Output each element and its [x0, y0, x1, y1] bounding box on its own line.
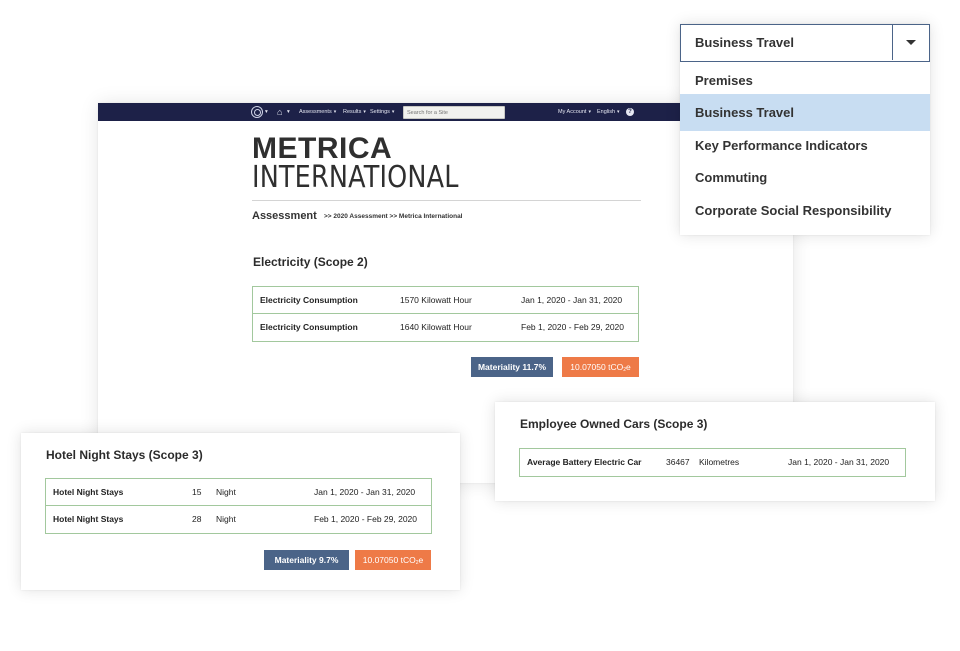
- emissions-suffix: e: [625, 362, 631, 372]
- cars-section-title: Employee Owned Cars (Scope 3): [520, 417, 708, 431]
- chevron-down-icon: ▾: [588, 109, 591, 115]
- home-caret-icon[interactable]: ▾: [287, 103, 290, 121]
- row-quantity: 1570 Kilowatt Hour: [400, 295, 472, 305]
- nav-menu-assessments[interactable]: Assessments ▾: [299, 103, 336, 121]
- cars-table: Average Battery Electric Car 36467 Kilom…: [519, 448, 906, 477]
- header-divider: [252, 200, 641, 201]
- help-icon[interactable]: ?: [626, 108, 634, 116]
- language-menu[interactable]: English ▾: [597, 103, 620, 121]
- row-period: Jan 1, 2020 - Jan 31, 2020: [788, 457, 890, 467]
- my-account-label: My Account: [558, 109, 587, 115]
- dropdown-toggle-button[interactable]: [892, 25, 929, 60]
- category-dropdown: Business Travel Premises Business Travel…: [680, 24, 930, 235]
- chevron-down-icon: ▾: [333, 109, 337, 115]
- table-row[interactable]: Average Battery Electric Car 36467 Kilom…: [520, 449, 905, 476]
- nav-menu-settings[interactable]: Settings ▾: [370, 103, 394, 121]
- language-label: English: [597, 109, 616, 115]
- globe-logo-icon[interactable]: [251, 106, 263, 118]
- nav-menu-label: Assessments: [299, 109, 332, 115]
- dropdown-option-business-travel[interactable]: Business Travel: [680, 94, 930, 131]
- breadcrumb[interactable]: >> 2020 Assessment >> Metrica Internatio…: [324, 213, 463, 220]
- row-amount: 36467: [666, 457, 690, 467]
- row-period: Feb 1, 2020 - Feb 29, 2020: [521, 322, 625, 332]
- category-select[interactable]: Business Travel: [680, 24, 930, 62]
- emissions-suffix: e: [418, 555, 424, 565]
- row-unit: Night: [216, 514, 236, 524]
- employee-owned-cars-card: Employee Owned Cars (Scope 3) Average Ba…: [495, 402, 935, 501]
- dropdown-option-commuting[interactable]: Commuting: [680, 159, 930, 196]
- selected-category: Business Travel: [695, 35, 794, 50]
- row-amount: 28: [192, 514, 202, 524]
- chevron-down-icon: ▾: [363, 109, 366, 115]
- row-activity-name: Electricity Consumption: [260, 322, 358, 332]
- table-row[interactable]: Hotel Night Stays 15 Night Jan 1, 2020 -…: [46, 479, 431, 506]
- hotel-night-stays-card: Hotel Night Stays (Scope 3) Hotel Night …: [21, 433, 460, 590]
- my-account-menu[interactable]: My Account ▾: [558, 103, 591, 121]
- table-row[interactable]: Electricity Consumption 1570 Kilowatt Ho…: [253, 287, 638, 314]
- materiality-badge: Materiality 9.7%: [264, 550, 349, 570]
- emissions-badge: 10.07050 tCO2e: [355, 550, 431, 570]
- hotel-section-title: Hotel Night Stays (Scope 3): [46, 448, 203, 462]
- site-search-input[interactable]: [403, 106, 505, 119]
- row-amount: 15: [192, 487, 202, 497]
- hotel-table: Hotel Night Stays 15 Night Jan 1, 2020 -…: [45, 478, 432, 534]
- row-activity-name: Electricity Consumption: [260, 295, 358, 305]
- caret-down-icon: [906, 40, 916, 45]
- chevron-down-icon: ▾: [617, 109, 620, 115]
- nav-menu-results[interactable]: Results ▾: [343, 103, 366, 121]
- emissions-value: 10.07050 tCO: [362, 555, 416, 565]
- table-row[interactable]: Electricity Consumption 1640 Kilowatt Ho…: [253, 314, 638, 341]
- table-row[interactable]: Hotel Night Stays 28 Night Feb 1, 2020 -…: [46, 506, 431, 533]
- logo-caret-icon[interactable]: ▾: [265, 103, 268, 121]
- row-activity-name: Hotel Night Stays: [53, 487, 124, 497]
- brand-logo-line2: INTERNATIONAL: [252, 160, 459, 195]
- home-icon[interactable]: ⌂: [277, 103, 282, 121]
- page-title: Assessment: [252, 210, 317, 222]
- emissions-value: 10.07050 tCO: [570, 362, 624, 372]
- materiality-badge: Materiality 11.7%: [471, 357, 553, 377]
- emissions-badge: 10.07050 tCO2e: [562, 357, 639, 377]
- nav-menu-label: Settings: [370, 109, 390, 115]
- row-unit: Night: [216, 487, 236, 497]
- row-period: Jan 1, 2020 - Jan 31, 2020: [521, 295, 623, 305]
- row-period: Jan 1, 2020 - Jan 31, 2020: [314, 487, 416, 497]
- dropdown-option-csr[interactable]: Corporate Social Responsibility: [680, 192, 930, 229]
- electricity-table: Electricity Consumption 1570 Kilowatt Ho…: [252, 286, 639, 342]
- row-quantity: 1640 Kilowatt Hour: [400, 322, 472, 332]
- row-period: Feb 1, 2020 - Feb 29, 2020: [314, 514, 418, 524]
- chevron-down-icon: ▾: [391, 109, 395, 115]
- row-activity-name: Average Battery Electric Car: [527, 457, 642, 467]
- nav-menu-label: Results: [343, 109, 362, 115]
- row-unit: Kilometres: [699, 457, 740, 467]
- electricity-section-title: Electricity (Scope 2): [253, 255, 368, 269]
- row-activity-name: Hotel Night Stays: [53, 514, 124, 524]
